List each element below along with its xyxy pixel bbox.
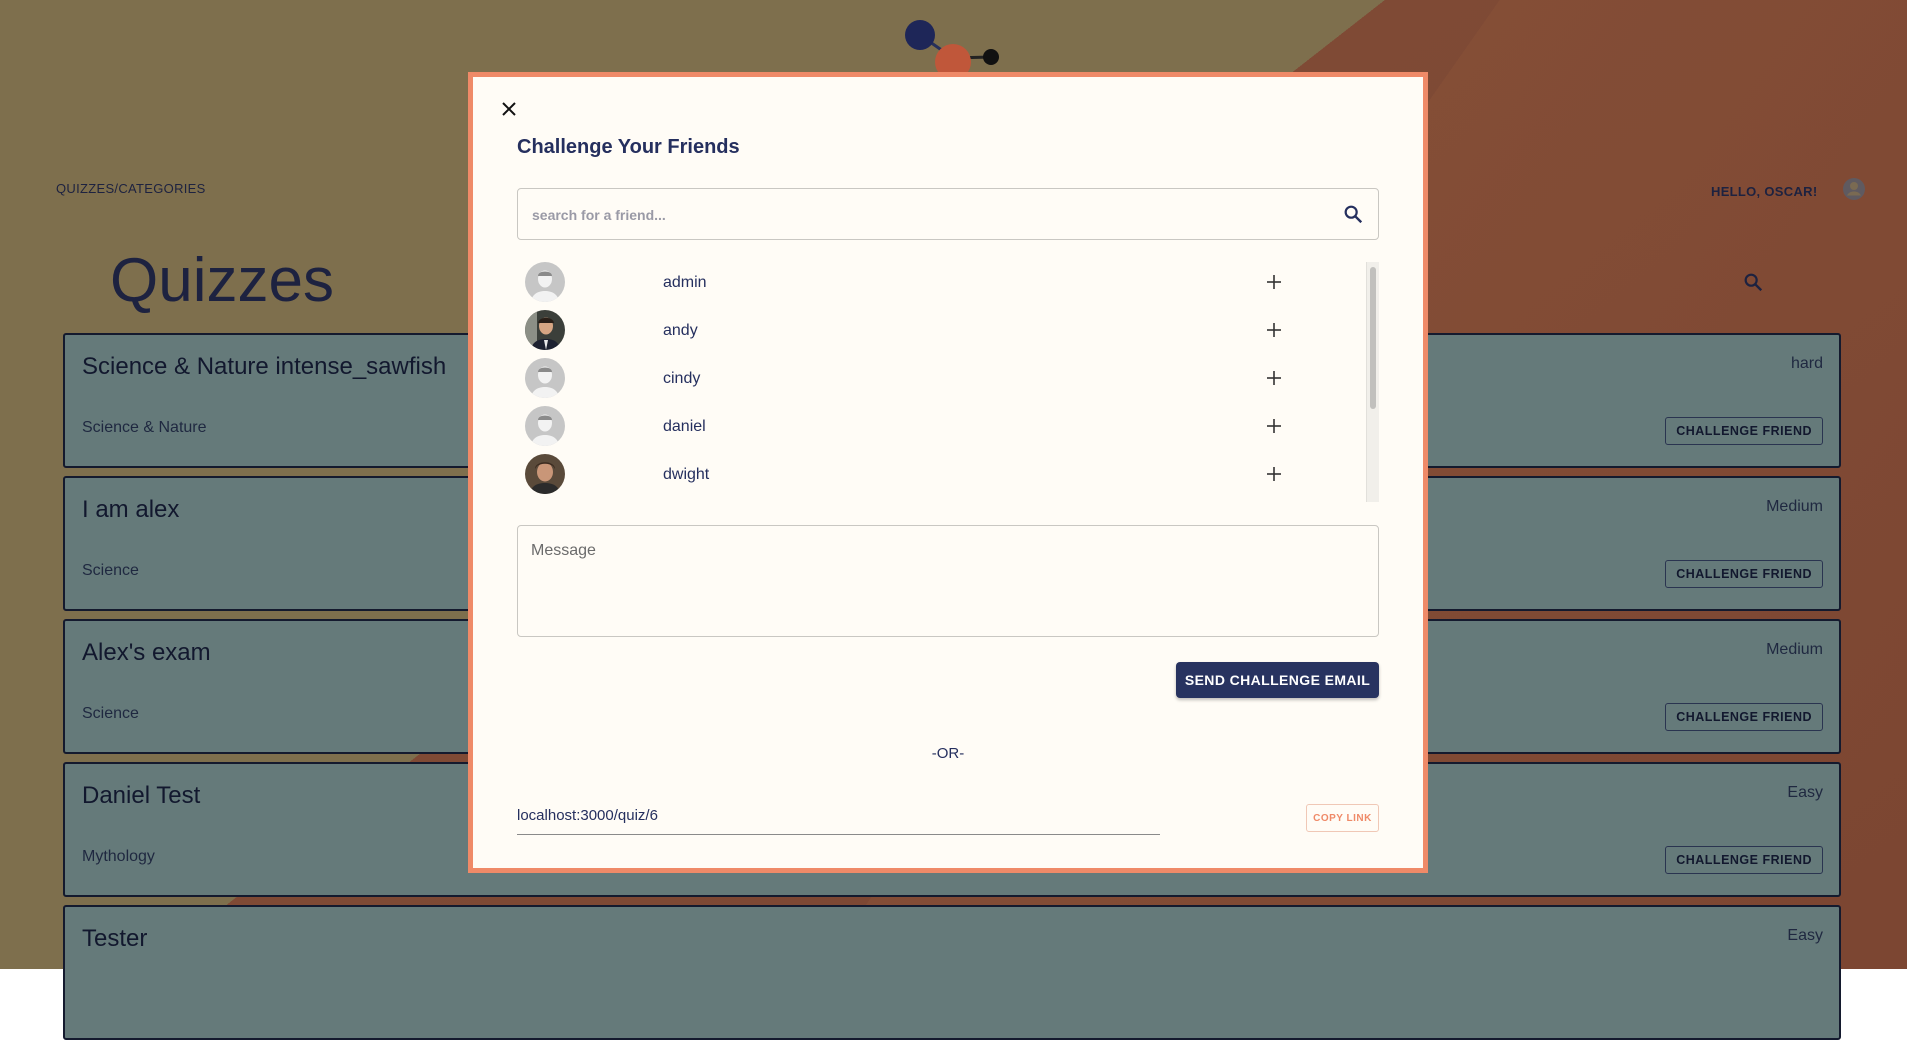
friend-name: cindy xyxy=(663,370,701,387)
send-challenge-email-button[interactable]: SEND CHALLENGE EMAIL xyxy=(1176,662,1379,698)
list-item[interactable]: andy xyxy=(517,310,1357,358)
avatar xyxy=(525,310,565,350)
add-friend-icon[interactable] xyxy=(1264,416,1284,436)
avatar xyxy=(525,406,565,446)
list-item[interactable]: admin xyxy=(517,262,1357,310)
message-field[interactable] xyxy=(517,525,1379,637)
avatar xyxy=(525,262,565,302)
dialog-title: Challenge Your Friends xyxy=(517,136,740,158)
add-friend-icon[interactable] xyxy=(1264,464,1284,484)
list-item[interactable]: cindy xyxy=(517,358,1357,406)
close-icon[interactable] xyxy=(499,99,519,119)
challenge-dialog: Challenge Your Friends admin xyxy=(468,72,1428,873)
copy-link-button[interactable]: COPY LINK xyxy=(1306,804,1379,832)
scrollbar-thumb[interactable] xyxy=(1370,267,1376,409)
add-friend-icon[interactable] xyxy=(1264,272,1284,292)
avatar xyxy=(525,454,565,494)
add-friend-icon[interactable] xyxy=(1264,320,1284,340)
friend-name: dwight xyxy=(663,466,710,483)
or-divider: -OR- xyxy=(931,745,965,762)
search-icon[interactable] xyxy=(1342,203,1364,225)
add-friend-icon[interactable] xyxy=(1264,368,1284,388)
quiz-link-field[interactable]: localhost:3000/quiz/6 xyxy=(517,804,1160,835)
friend-name: daniel xyxy=(663,418,706,435)
friend-search-input[interactable] xyxy=(530,189,1334,241)
list-item[interactable]: dwight xyxy=(517,454,1357,502)
avatar xyxy=(525,358,565,398)
friend-list-scrollbar[interactable] xyxy=(1366,262,1379,502)
friend-name: andy xyxy=(663,322,698,339)
list-item[interactable]: daniel xyxy=(517,406,1357,454)
friend-list[interactable]: admin andy cindy daniel dwight xyxy=(517,262,1379,502)
friend-search-field[interactable] xyxy=(517,188,1379,241)
friend-name: admin xyxy=(663,274,707,291)
